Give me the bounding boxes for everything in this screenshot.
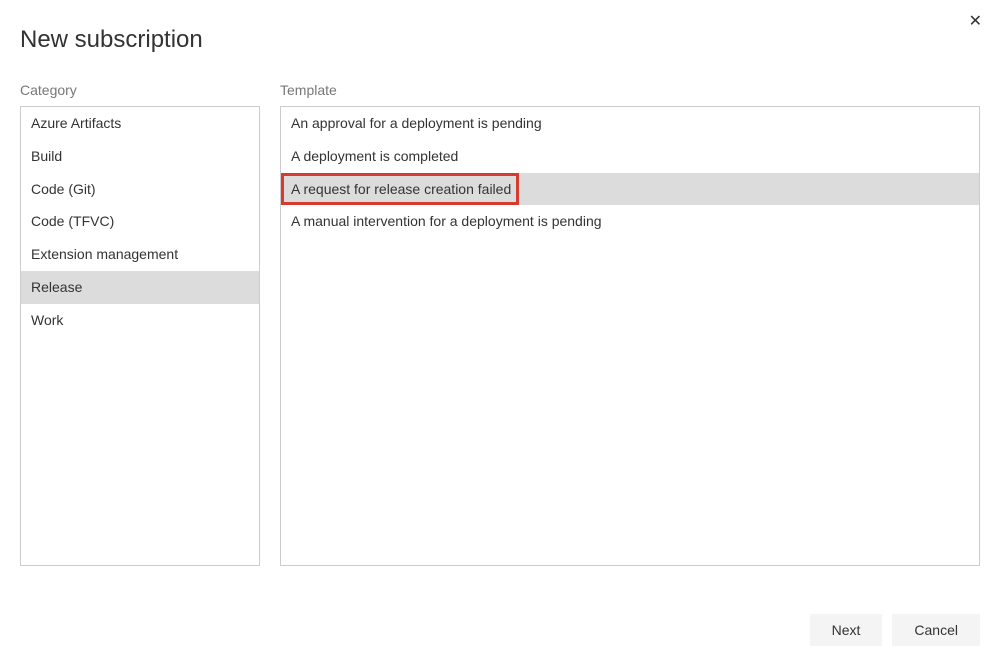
template-list: An approval for a deployment is pending … [280, 106, 980, 566]
category-item-code-git[interactable]: Code (Git) [21, 173, 259, 206]
template-item-release-creation-failed[interactable]: A request for release creation failed [281, 173, 979, 206]
template-item-manual-intervention-pending[interactable]: A manual intervention for a deployment i… [281, 205, 979, 238]
template-item-label: A request for release creation failed [291, 181, 511, 197]
section-labels: Category Template [20, 82, 980, 98]
next-button[interactable]: Next [810, 614, 883, 646]
category-label: Category [20, 82, 260, 98]
category-item-extension-management[interactable]: Extension management [21, 238, 259, 271]
dialog-footer: Next Cancel [20, 598, 980, 664]
cancel-button[interactable]: Cancel [892, 614, 980, 646]
new-subscription-dialog: ✕ New subscription Category Template Azu… [0, 0, 1000, 664]
template-label: Template [280, 82, 980, 98]
template-item-approval-pending[interactable]: An approval for a deployment is pending [281, 107, 979, 140]
category-item-build[interactable]: Build [21, 140, 259, 173]
close-icon: ✕ [969, 13, 982, 30]
template-item-deployment-completed[interactable]: A deployment is completed [281, 140, 979, 173]
dialog-title: New subscription [20, 26, 980, 54]
close-button[interactable]: ✕ [965, 10, 986, 34]
category-list: Azure Artifacts Build Code (Git) Code (T… [20, 106, 260, 566]
category-item-code-tfvc[interactable]: Code (TFVC) [21, 205, 259, 238]
category-item-azure-artifacts[interactable]: Azure Artifacts [21, 107, 259, 140]
category-item-work[interactable]: Work [21, 304, 259, 337]
category-item-release[interactable]: Release [21, 271, 259, 304]
